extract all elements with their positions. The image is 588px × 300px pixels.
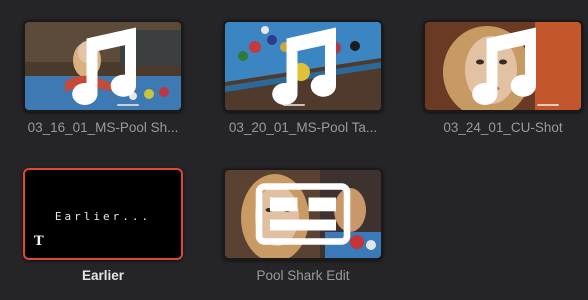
music-note-icon — [72, 27, 137, 105]
clip-name: Pool Shark Edit — [256, 268, 350, 283]
music-note-icon — [472, 27, 537, 105]
text-title-icon: T — [34, 234, 44, 249]
clip-thumbnail[interactable] — [223, 168, 383, 260]
media-pool-bin: 03_16_01_MS-Pool Sh... 03_20_01_MS-Pool … — [0, 0, 588, 300]
clip-thumbnail[interactable] — [423, 20, 583, 112]
clip-name: 03_20_01_MS-Pool Ta... — [228, 120, 378, 135]
scrubber-indicator — [283, 104, 305, 106]
clip-thumbnail[interactable] — [223, 20, 383, 112]
scrubber-indicator — [537, 104, 559, 106]
timeline-icon — [255, 183, 351, 245]
scrubber-indicator — [117, 104, 139, 106]
clip-name: Earlier — [81, 268, 125, 283]
clip-name: 03_24_01_CU-Shot — [443, 120, 563, 135]
title-preview-text: Earlier... — [54, 210, 152, 223]
clip-thumbnail[interactable]: Earlier... T — [23, 168, 183, 260]
clip-thumbnail[interactable] — [23, 20, 183, 112]
clip-name: 03_16_01_MS-Pool Sh... — [27, 120, 179, 135]
music-note-icon — [272, 27, 337, 105]
